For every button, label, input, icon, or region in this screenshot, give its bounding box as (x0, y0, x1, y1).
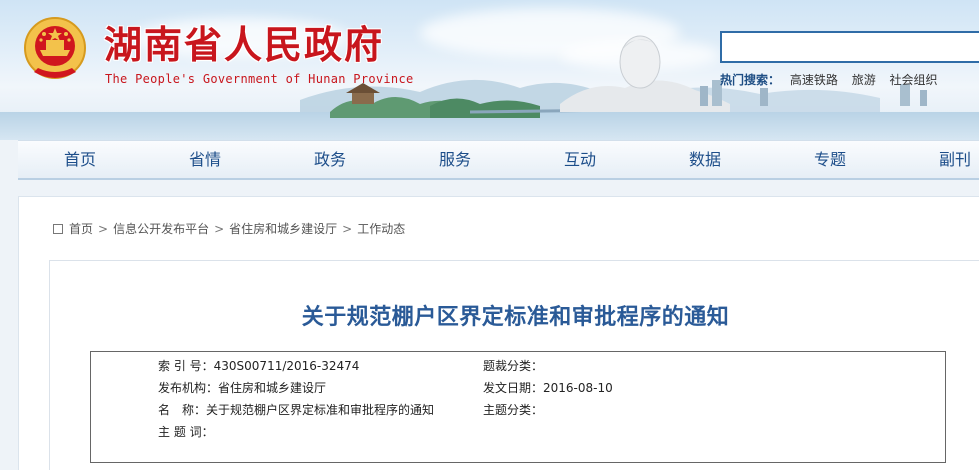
nav-item-supplement[interactable]: 副刊 (910, 141, 979, 179)
nav-item-province[interactable]: 省情 (160, 141, 250, 179)
meta-label: 索 引 号： (158, 359, 214, 373)
meta-keywords: 主 题 词： (158, 423, 214, 440)
home-icon (53, 223, 63, 234)
nav-item-services[interactable]: 服务 (410, 141, 500, 179)
header-banner: 湖南省人民政府 The People's Government of Hunan… (0, 0, 979, 140)
site-subtitle: The People's Government of Hunan Provinc… (105, 72, 414, 86)
meta-index: 索 引 号：430S00711/2016-32474 (158, 357, 359, 374)
site-title[interactable]: 湖南省人民政府 (104, 14, 384, 69)
nav-item-affairs[interactable]: 政务 (285, 141, 375, 179)
article-title: 关于规范棚户区界定标准和审批程序的通知 (301, 305, 730, 330)
article-container: 关于规范棚户区界定标准和审批程序的通知 索 引 号：430S00711/2016… (49, 260, 979, 470)
breadcrumb-separator: > (98, 221, 109, 236)
meta-name: 名 称：关于规范棚户区界定标准和审批程序的通知 (158, 401, 434, 418)
hot-search-link[interactable]: 高速铁路 (790, 73, 838, 87)
breadcrumb: 首页 > 信息公开发布平台 > 省住房和城乡建设厅 > 工作动态 (53, 220, 405, 237)
meta-label: 主题分类： (483, 403, 544, 417)
search-input[interactable] (720, 31, 979, 63)
meta-label: 发布机构： (158, 381, 219, 395)
meta-label: 名 称： (158, 403, 207, 417)
content-panel: 首页 > 信息公开发布平台 > 省住房和城乡建设厅 > 工作动态 关于规范棚户区… (18, 196, 979, 470)
breadcrumb-separator: > (342, 221, 353, 236)
national-emblem-icon (24, 17, 86, 79)
nav-item-home[interactable]: 首页 (35, 141, 125, 179)
nav-item-data[interactable]: 数据 (660, 141, 750, 179)
breadcrumb-item[interactable]: 省住房和城乡建设厅 (229, 220, 337, 237)
main-nav: 首页 省情 政务 服务 互动 数据 专题 副刊 (18, 140, 979, 180)
breadcrumb-item[interactable]: 工作动态 (357, 220, 405, 237)
meta-topic: 主题分类： (483, 401, 543, 418)
breadcrumb-item[interactable]: 信息公开发布平台 (113, 220, 209, 237)
meta-value: 关于规范棚户区界定标准和审批程序的通知 (206, 403, 435, 417)
meta-genre: 题裁分类： (483, 357, 543, 374)
hot-search-link[interactable]: 旅游 (852, 73, 876, 87)
hot-search-link[interactable]: 社会组织 (890, 73, 938, 87)
breadcrumb-item[interactable]: 首页 (69, 220, 93, 237)
meta-value: 430S00711/2016-32474 (213, 359, 360, 373)
meta-label: 题裁分类： (483, 359, 544, 373)
meta-publisher: 发布机构：省住房和城乡建设厅 (158, 379, 326, 396)
hot-search-label: 热门搜索： (720, 73, 781, 87)
breadcrumb-separator: > (214, 221, 225, 236)
hot-search: 热门搜索： 高速铁路 旅游 社会组织 (720, 71, 948, 88)
meta-value: 省住房和城乡建设厅 (218, 381, 327, 395)
meta-date: 发文日期：2016-08-10 (483, 379, 613, 396)
nav-item-topics[interactable]: 专题 (785, 141, 875, 179)
document-meta-table: 索 引 号：430S00711/2016-32474 题裁分类： 发布机构：省住… (90, 351, 946, 463)
meta-value: 2016-08-10 (543, 381, 613, 395)
meta-label: 发文日期： (483, 381, 544, 395)
meta-label: 主 题 词： (158, 425, 214, 439)
nav-item-interact[interactable]: 互动 (535, 141, 625, 179)
